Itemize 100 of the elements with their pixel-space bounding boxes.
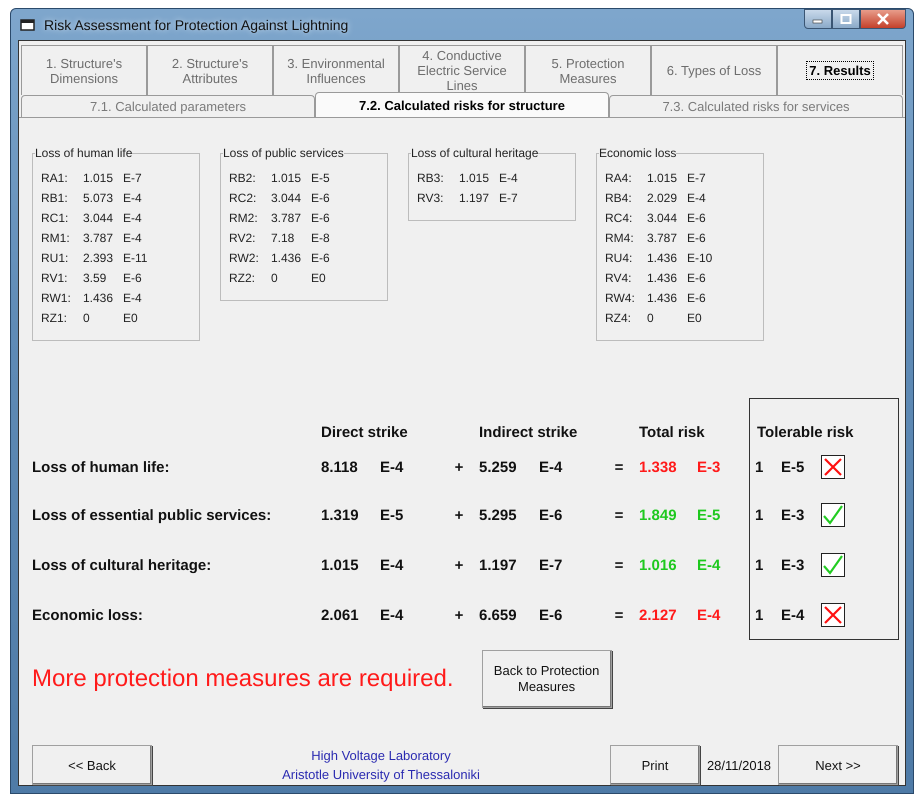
column-header: Indirect strike <box>479 424 578 443</box>
risk-label: RW2: <box>229 251 260 265</box>
risk-exponent: E-6 <box>687 271 706 285</box>
lab-credit-text: High Voltage Laboratory <box>311 748 451 763</box>
warning-message: More protection measures are required. <box>32 665 454 693</box>
risk-value: 3.044 <box>83 211 114 225</box>
risk-value: 5.295 <box>479 506 518 524</box>
loss-label: Loss of cultural heritage: <box>32 556 212 574</box>
risk-value: 1.015 <box>83 171 114 185</box>
tab[interactable]: 7.1. Calculated parameters <box>21 95 315 117</box>
risk-label: RA1: <box>41 171 69 185</box>
risk-exponent: E-11 <box>123 251 148 265</box>
column-header: Direct strike <box>321 424 408 443</box>
risk-exponent: E-10 <box>687 251 712 265</box>
minimize-button[interactable] <box>804 9 832 29</box>
risk-value: 1.436 <box>83 291 114 305</box>
risk-value: 1.197 <box>479 556 518 574</box>
close-button[interactable] <box>860 9 906 29</box>
risk-value: 5.259 <box>479 458 518 476</box>
risk-exponent: E-4 <box>687 191 706 205</box>
lab-credit-text: Aristotle University of Thessaloniki <box>282 767 480 782</box>
risk-label: RU4: <box>605 251 634 265</box>
risk-exponent: E-4 <box>380 458 404 476</box>
risk-exponent: E-6 <box>539 606 564 624</box>
tolerable-value: 1 <box>755 606 764 624</box>
window-title: Risk Assessment for Protection Against Lightning <box>44 16 348 32</box>
next-button[interactable]: Next >> <box>778 745 898 785</box>
plus-sign: + <box>454 556 464 574</box>
tab[interactable]: 7.3. Calculated risks for services <box>609 95 903 117</box>
plus-sign: + <box>454 458 464 476</box>
equals-sign: = <box>614 606 624 624</box>
risk-label: RZ2: <box>229 271 256 285</box>
risk-label: RM4: <box>605 231 635 245</box>
risk-exponent: E-6 <box>311 191 330 205</box>
tab[interactable]: 2. Structure's Attributes <box>147 45 273 95</box>
tolerable-value: 1 <box>755 556 764 574</box>
risk-value: 1.319 <box>321 506 360 524</box>
risk-value: 1.436 <box>647 291 678 305</box>
loss-label: Loss of essential public services: <box>32 506 272 524</box>
risk-exponent: E-5 <box>380 506 404 524</box>
risk-exponent: E-7 <box>687 171 706 185</box>
risk-label: RV3: <box>417 191 444 205</box>
group-title: Economic loss <box>599 146 676 160</box>
tab[interactable]: 7.2. Calculated risks for structure <box>315 92 609 117</box>
risk-value: 1.015 <box>459 171 490 185</box>
risk-value: 7.18 <box>271 231 296 245</box>
print-button[interactable]: Print <box>610 745 700 785</box>
risk-exponent: E-7 <box>499 191 518 205</box>
tab[interactable]: 1. Structure's Dimensions <box>21 45 147 95</box>
tab[interactable]: 5. Protection Measures <box>525 45 651 95</box>
risk-exponent: E-6 <box>687 231 706 245</box>
risk-exponent: E-4 <box>123 291 142 305</box>
risk-value: 1.015 <box>321 556 360 574</box>
risk-label: RW1: <box>41 291 72 305</box>
risk-label: RU1: <box>41 251 70 265</box>
risk-value: 0 <box>647 311 655 325</box>
plus-sign: + <box>454 606 464 624</box>
total-risk-exponent: E-5 <box>697 506 722 524</box>
risk-exponent: E-7 <box>123 171 142 185</box>
tab[interactable]: 3. Environmental Influences <box>273 45 399 95</box>
group-title: Loss of public services <box>223 146 344 160</box>
risk-value: 6.659 <box>479 606 518 624</box>
risk-label: RB4: <box>605 191 633 205</box>
risk-value: 0 <box>271 271 279 285</box>
column-header: Total risk <box>639 424 705 443</box>
risk-label: RC1: <box>41 211 70 225</box>
risk-exponent: E-4 <box>123 191 142 205</box>
back-to-protection-button[interactable]: Back to Protection Measures <box>482 650 612 708</box>
tab[interactable]: 4. Conductive Electric Service Lines <box>399 45 525 95</box>
risk-exponent: E-6 <box>539 506 564 524</box>
maximize-button[interactable] <box>832 9 860 29</box>
risk-value: 1.197 <box>459 191 490 205</box>
tolerable-exponent: E-4 <box>781 606 806 624</box>
risk-exponent: E-4 <box>499 171 518 185</box>
tab[interactable]: 6. Types of Loss <box>651 45 777 95</box>
risk-value: 1.436 <box>647 271 678 285</box>
loss-label: Loss of human life: <box>32 458 170 476</box>
tolerable-exponent: E-5 <box>781 458 806 476</box>
risk-exponent: E-8 <box>311 231 330 245</box>
plus-sign: + <box>454 506 464 524</box>
risk-exponent: E0 <box>687 311 702 325</box>
tolerable-value: 1 <box>755 458 764 476</box>
total-risk-value: 1.338 <box>639 458 678 476</box>
risk-exponent: E0 <box>311 271 326 285</box>
loss-label: Economic loss: <box>32 606 143 624</box>
risk-value: 3.787 <box>647 231 678 245</box>
back-button[interactable]: << Back <box>32 745 152 785</box>
maximize-icon <box>840 14 852 24</box>
risk-value: 0 <box>83 311 91 325</box>
total-risk-exponent: E-4 <box>697 556 722 574</box>
risk-exponent: E-4 <box>539 458 564 476</box>
date-text: 28/11/2018 <box>706 758 772 772</box>
risk-label: RW4: <box>605 291 636 305</box>
tab[interactable]: 7. Results <box>777 45 903 95</box>
risk-label: RC4: <box>605 211 634 225</box>
risk-exponent: E-6 <box>311 211 330 225</box>
tolerable-value: 1 <box>755 506 764 524</box>
total-risk-value: 2.127 <box>639 606 678 624</box>
risk-value: 8.118 <box>321 458 359 476</box>
risk-value: 3.044 <box>647 211 678 225</box>
